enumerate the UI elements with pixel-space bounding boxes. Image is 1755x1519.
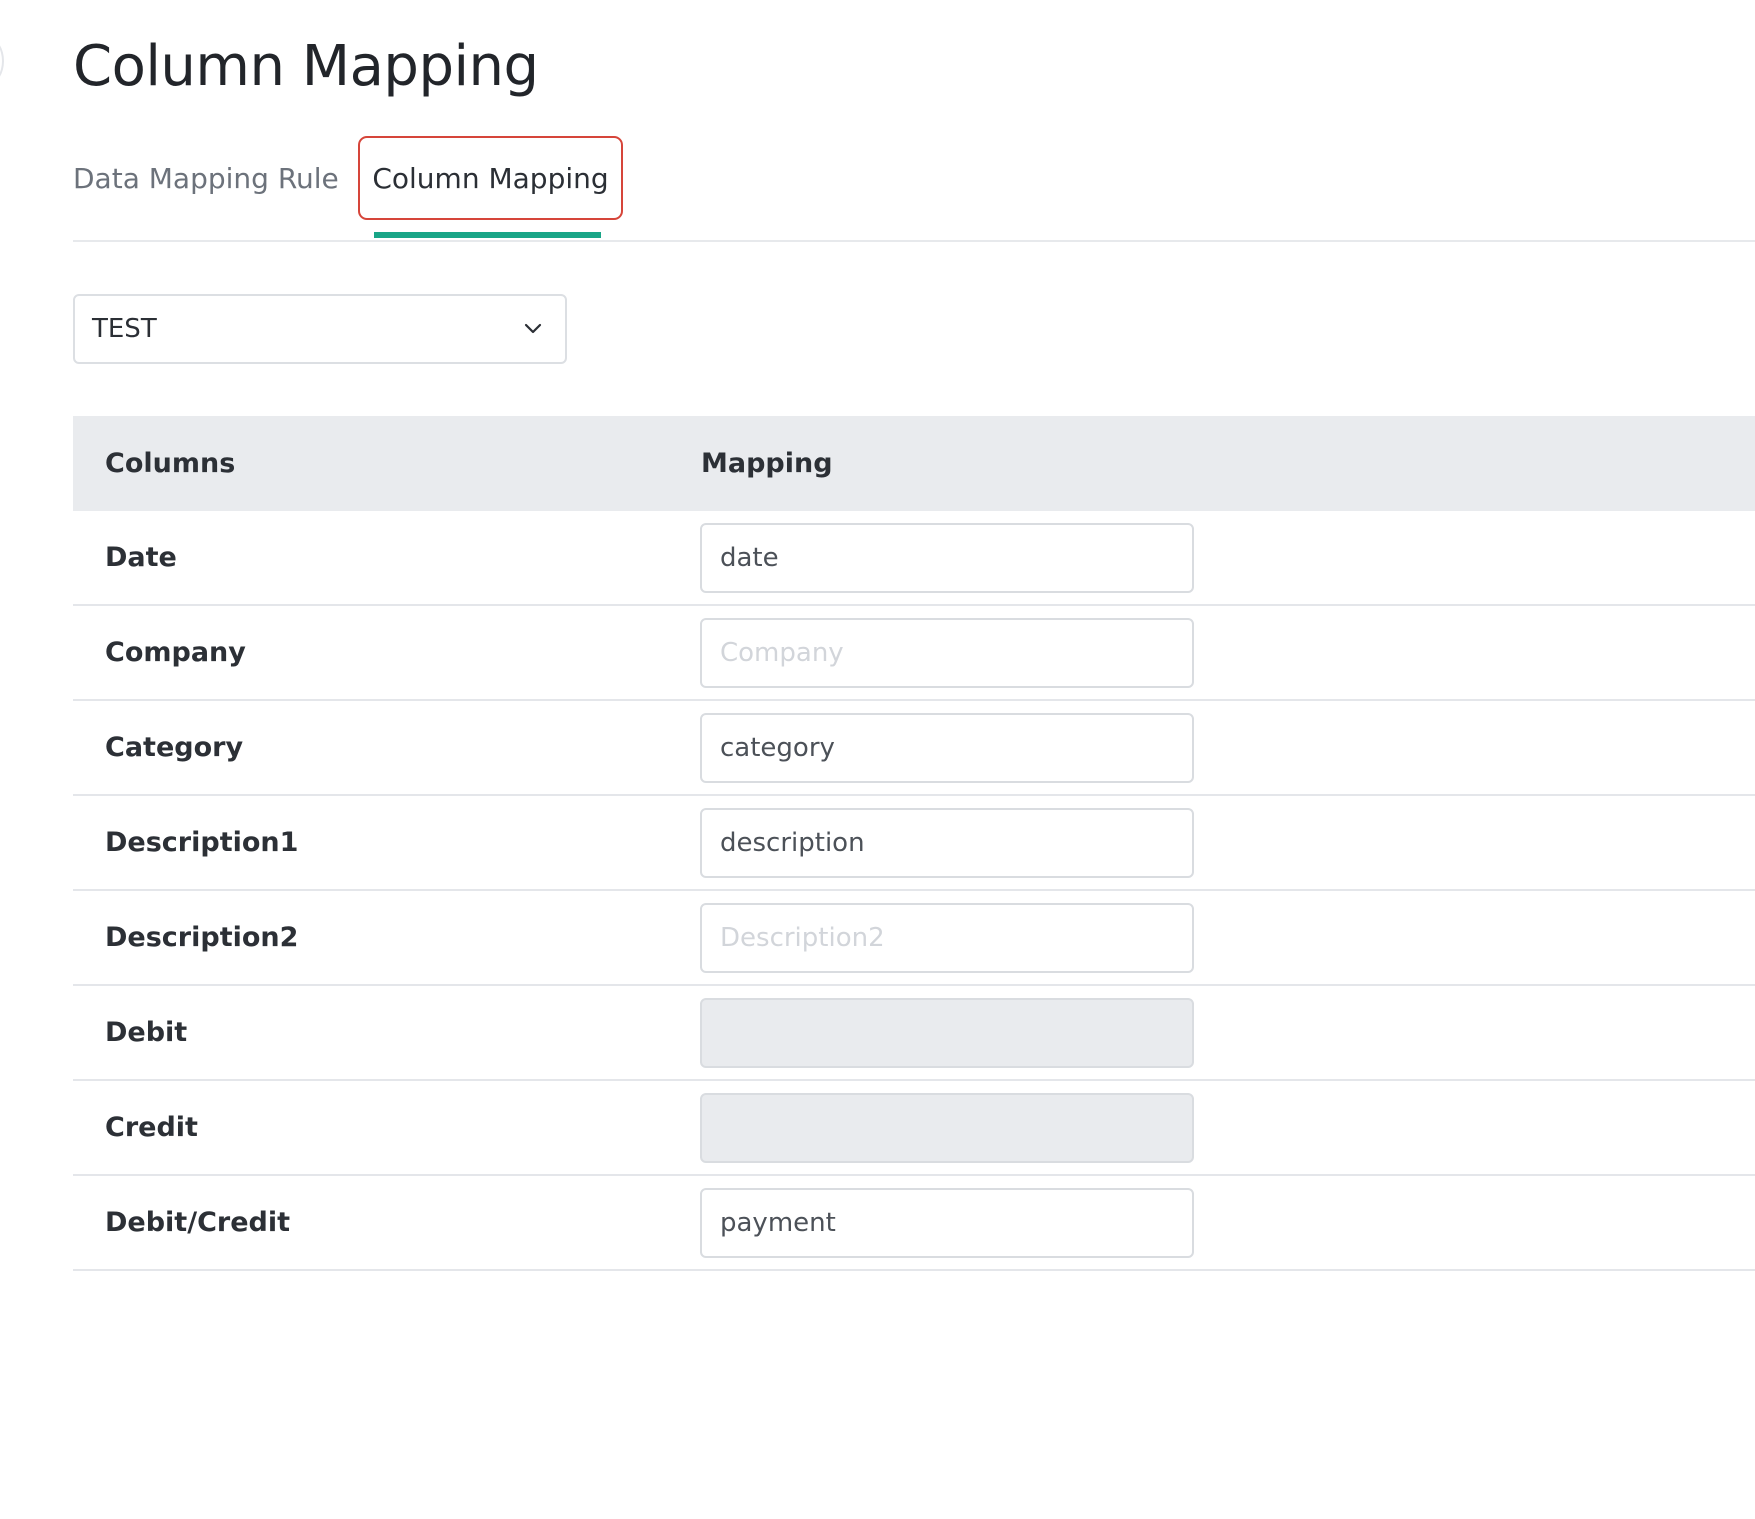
table-row: Description1: [73, 796, 1755, 891]
mapping-input[interactable]: [700, 808, 1194, 878]
column-label: Description2: [105, 922, 299, 953]
tab-data-mapping-rule[interactable]: Data Mapping Rule: [73, 136, 358, 220]
mapping-input: [700, 998, 1194, 1068]
mapping-select-value: TEST: [92, 314, 157, 344]
column-header-columns: Columns: [105, 448, 236, 479]
table-row: Description2: [73, 891, 1755, 986]
page-title: Column Mapping: [73, 34, 539, 99]
tab-column-mapping[interactable]: Column Mapping: [358, 136, 623, 220]
column-label: Description1: [105, 827, 299, 858]
column-mapping-table: Columns Mapping Date Company Category Descr…: [73, 416, 1755, 1271]
mapping-input[interactable]: [700, 1188, 1194, 1258]
column-header-mapping: Mapping: [701, 448, 833, 479]
column-label: Debit: [105, 1017, 188, 1048]
sidebar-toggle-edge[interactable]: [0, 38, 4, 84]
table-header: Columns Mapping: [73, 416, 1755, 511]
column-label: Debit/Credit: [105, 1207, 291, 1238]
mapping-input[interactable]: [700, 713, 1194, 783]
table-row: Company: [73, 606, 1755, 701]
mapping-input[interactable]: [700, 523, 1194, 593]
mapping-input: [700, 1093, 1194, 1163]
mapping-input[interactable]: [700, 618, 1194, 688]
table-body: Date Company Category Description1 Descripti…: [73, 511, 1755, 1271]
active-tab-indicator: [374, 232, 601, 238]
mapping-input[interactable]: [700, 903, 1194, 973]
column-label: Date: [105, 542, 177, 573]
table-row: Debit/Credit: [73, 1176, 1755, 1271]
table-row: Date: [73, 511, 1755, 606]
table-row: Debit: [73, 986, 1755, 1081]
mapping-select[interactable]: TEST: [73, 294, 567, 364]
table-row: Credit: [73, 1081, 1755, 1176]
chevron-down-icon: [521, 317, 545, 341]
column-label: Company: [105, 637, 246, 668]
column-label: Category: [105, 732, 244, 763]
tab-bar: Data Mapping Rule Column Mapping: [73, 136, 1755, 242]
table-row: Category: [73, 701, 1755, 796]
column-label: Credit: [105, 1112, 198, 1143]
